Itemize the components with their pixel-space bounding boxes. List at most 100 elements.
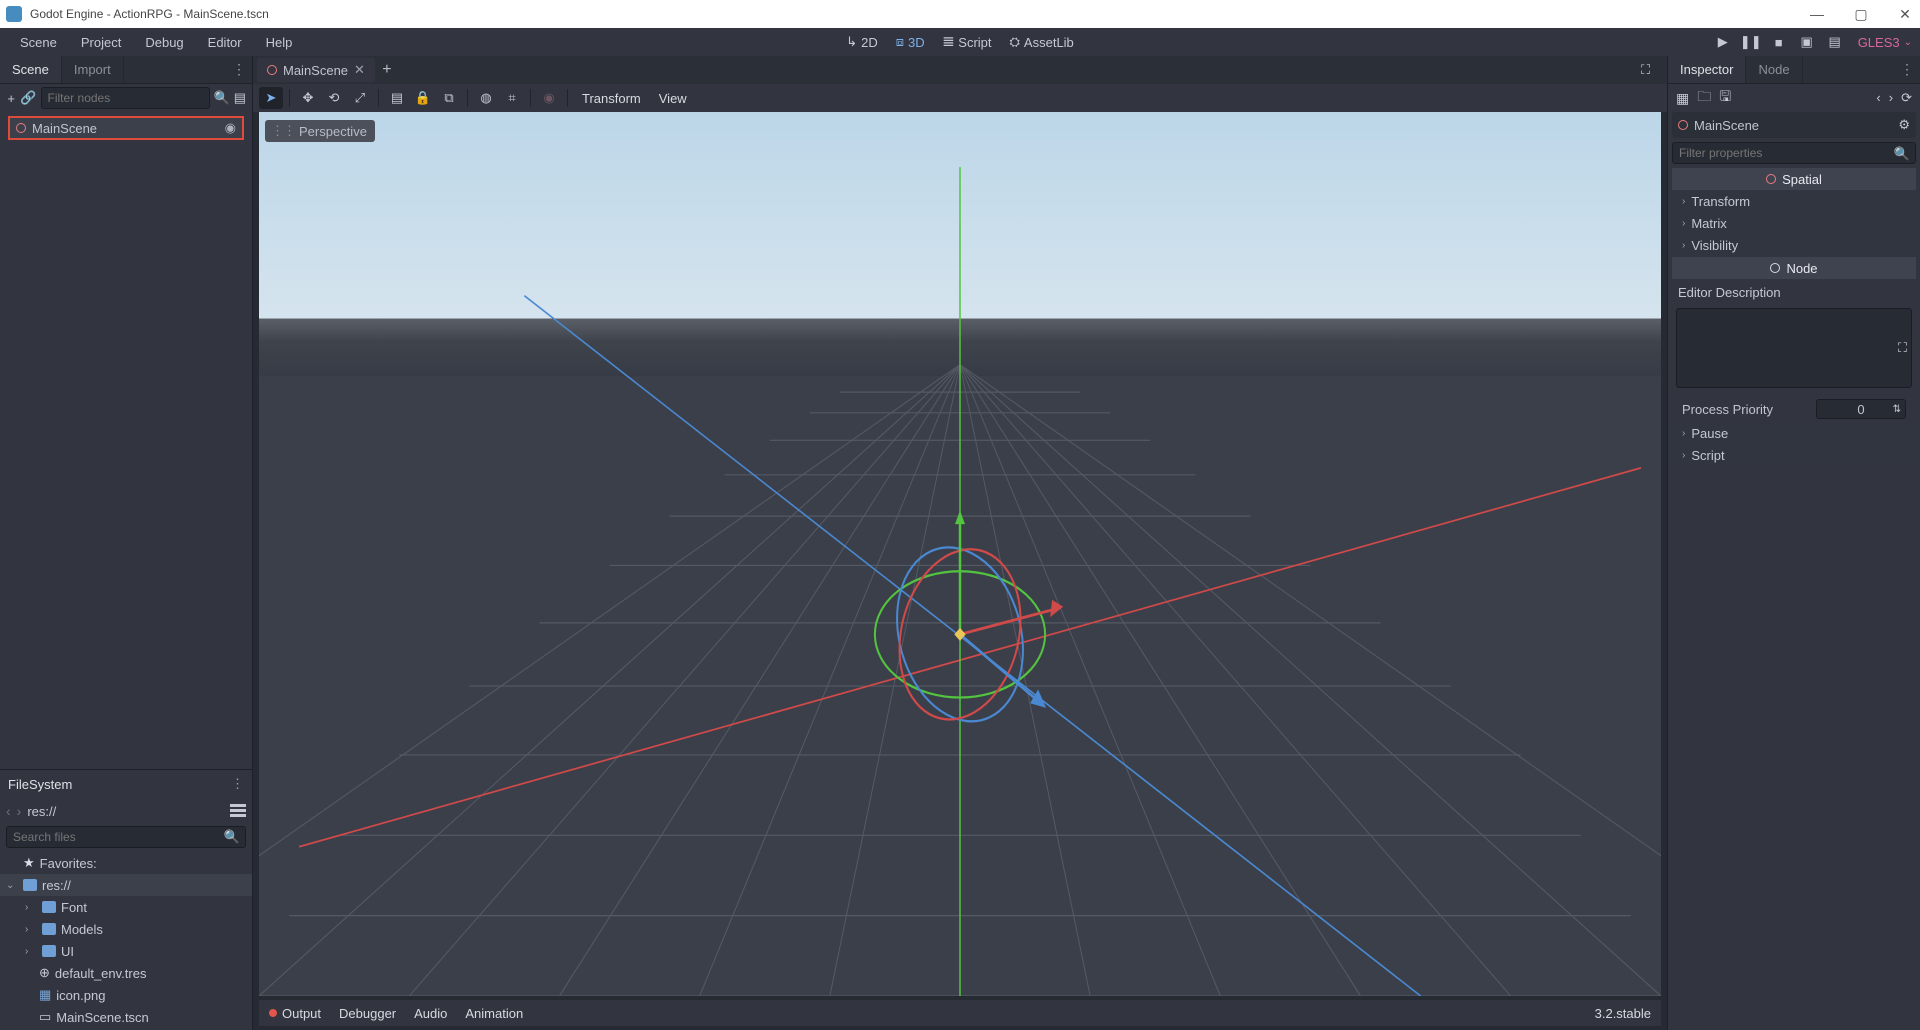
inspector-panel-menu-icon[interactable]: ⋮ (1894, 61, 1920, 78)
visibility-toggle-icon[interactable]: ◉ (225, 120, 236, 136)
search-icon[interactable]: 🔍 (214, 88, 230, 108)
process-priority-input[interactable]: 0 ⇅ (1816, 399, 1906, 419)
rotate-tool-icon[interactable]: ⟲ (322, 87, 346, 109)
inspected-node-row[interactable]: MainScene ⚙ (1672, 112, 1916, 138)
workspace-assetlib-button[interactable]: ⛭AssetLib (1002, 31, 1082, 53)
fs-search-input[interactable] (6, 826, 246, 848)
menu-help[interactable]: Help (254, 28, 305, 56)
local-space-icon[interactable]: ◍ (474, 87, 498, 109)
attach-script-button[interactable]: ▤ (234, 88, 246, 108)
history-back-icon[interactable]: ‹ (1876, 90, 1880, 106)
folder-icon (23, 879, 37, 891)
camera-override-icon[interactable]: ◉ (537, 87, 561, 109)
chevron-right-icon: › (1682, 428, 1685, 439)
close-tab-icon[interactable]: ✕ (354, 62, 365, 78)
stop-button[interactable]: ■ (1770, 33, 1788, 51)
search-icon: 🔍 (224, 829, 240, 845)
transform-menu[interactable]: Transform (574, 91, 649, 106)
inspector-section-spatial[interactable]: Spatial (1672, 168, 1916, 190)
history-forward-icon[interactable]: › (1889, 90, 1893, 106)
workspace-script-button[interactable]: 𝌆Script (935, 31, 1000, 53)
menu-debug[interactable]: Debug (133, 28, 195, 56)
play-button[interactable]: ▶ (1714, 33, 1732, 51)
status-dot-icon (269, 1009, 277, 1017)
fs-folder-ui[interactable]: › UI (0, 940, 252, 962)
animation-panel-button[interactable]: Animation (465, 1006, 523, 1021)
history-menu-icon[interactable]: ⟳ (1901, 90, 1912, 106)
scene-panel-menu-icon[interactable]: ⋮ (226, 61, 252, 78)
fs-file-icon[interactable]: ▦ icon.png (0, 984, 252, 1006)
workspace-2d-button[interactable]: ↳2D (838, 31, 886, 53)
menu-scene[interactable]: Scene (8, 28, 69, 56)
inspector-prop-pause[interactable]: ›Pause (1672, 422, 1916, 444)
lock-icon[interactable]: 🔒 (411, 87, 435, 109)
group-icon[interactable]: ⧉ (437, 87, 461, 109)
fs-layout-toggle-icon[interactable] (230, 804, 246, 818)
tab-inspector[interactable]: Inspector (1668, 56, 1746, 83)
filter-nodes-input[interactable] (41, 87, 210, 109)
resource-icon: ⊕ (39, 965, 50, 981)
window-titlebar: Godot Engine - ActionRPG - MainScene.tsc… (0, 0, 1920, 28)
maximize-button[interactable]: ▢ (1852, 5, 1870, 23)
workspace-3d-button[interactable]: ⧈3D (888, 31, 933, 53)
fs-favorites-header[interactable]: ★ Favorites: (0, 852, 252, 874)
view-menu[interactable]: View (651, 91, 695, 106)
package-icon: ⛭ (1010, 34, 1020, 50)
menu-project[interactable]: Project (69, 28, 133, 56)
snap-icon[interactable]: ⌗ (500, 87, 524, 109)
play-custom-scene-button[interactable]: ▤ (1826, 33, 1844, 51)
play-scene-button[interactable]: ▣ (1798, 33, 1816, 51)
scene-root-node-label: MainScene (32, 121, 97, 136)
scene-root-node[interactable]: MainScene ◉ (8, 116, 244, 140)
image-icon: ▦ (39, 987, 51, 1003)
select-tool-icon[interactable]: ➤ (259, 87, 283, 109)
list-select-icon[interactable]: ▤ (385, 87, 409, 109)
add-node-button[interactable]: + (6, 88, 16, 108)
spinner-icon[interactable]: ⇅ (1893, 404, 1901, 415)
spatial-node-icon (1678, 120, 1688, 130)
tab-node[interactable]: Node (1746, 56, 1802, 83)
renderer-selector[interactable]: GLES3⌄ (1858, 35, 1912, 50)
audio-panel-button[interactable]: Audio (414, 1006, 447, 1021)
debugger-panel-button[interactable]: Debugger (339, 1006, 396, 1021)
open-scene-tab[interactable]: MainScene ✕ (257, 58, 375, 82)
fs-forward-button[interactable]: › (17, 803, 22, 819)
tab-import[interactable]: Import (62, 56, 124, 83)
inspector-prop-transform[interactable]: ›Transform (1672, 190, 1916, 212)
fs-root-folder[interactable]: ⌄ res:// (0, 874, 252, 896)
output-panel-button[interactable]: Output (269, 1006, 321, 1021)
new-scene-tab-button[interactable]: + (375, 61, 399, 79)
editor-description-input[interactable]: ⛶ (1676, 308, 1912, 388)
settings-icon[interactable]: ⚙ (1898, 117, 1910, 133)
window-title: Godot Engine - ActionRPG - MainScene.tsc… (30, 7, 1808, 21)
inspector-prop-script[interactable]: ›Script (1672, 444, 1916, 466)
minimize-button[interactable]: — (1808, 5, 1826, 23)
expand-icon[interactable]: ⛶ (1898, 340, 1907, 356)
move-tool-icon[interactable]: ✥ (296, 87, 320, 109)
fs-current-path[interactable]: res:// (27, 804, 224, 819)
inspector-prop-matrix[interactable]: ›Matrix (1672, 212, 1916, 234)
inspector-prop-visibility[interactable]: ›Visibility (1672, 234, 1916, 256)
close-button[interactable]: ✕ (1896, 5, 1914, 23)
new-resource-icon[interactable]: ▦ (1676, 90, 1689, 107)
pause-button[interactable]: ❚❚ (1742, 33, 1760, 51)
load-resource-icon[interactable]: 🗀 (1697, 86, 1711, 110)
fs-file-env[interactable]: ⊕ default_env.tres (0, 962, 252, 984)
save-resource-icon[interactable]: 🖫 (1719, 86, 1731, 110)
filter-properties-input[interactable] (1672, 142, 1916, 164)
inspector-section-node[interactable]: Node (1672, 257, 1916, 279)
perspective-badge[interactable]: ⋮⋮ Perspective (265, 120, 375, 142)
fs-folder-models[interactable]: › Models (0, 918, 252, 940)
chevron-right-icon: › (25, 924, 37, 935)
fs-back-button[interactable]: ‹ (6, 803, 11, 819)
instance-scene-button[interactable]: 🔗 (20, 88, 36, 108)
folder-icon (42, 923, 56, 935)
tab-scene[interactable]: Scene (0, 56, 62, 83)
filesystem-menu-icon[interactable]: ⋮ (231, 776, 244, 792)
distraction-free-icon[interactable]: ⛶ (1641, 62, 1663, 78)
fs-folder-font[interactable]: › Font (0, 896, 252, 918)
3d-viewport[interactable]: ⋮⋮ Perspective (259, 112, 1661, 996)
menu-editor[interactable]: Editor (196, 28, 254, 56)
scale-tool-icon[interactable]: ⤢ (348, 87, 372, 109)
fs-file-mainscene[interactable]: ▭ MainScene.tscn (0, 1006, 252, 1028)
